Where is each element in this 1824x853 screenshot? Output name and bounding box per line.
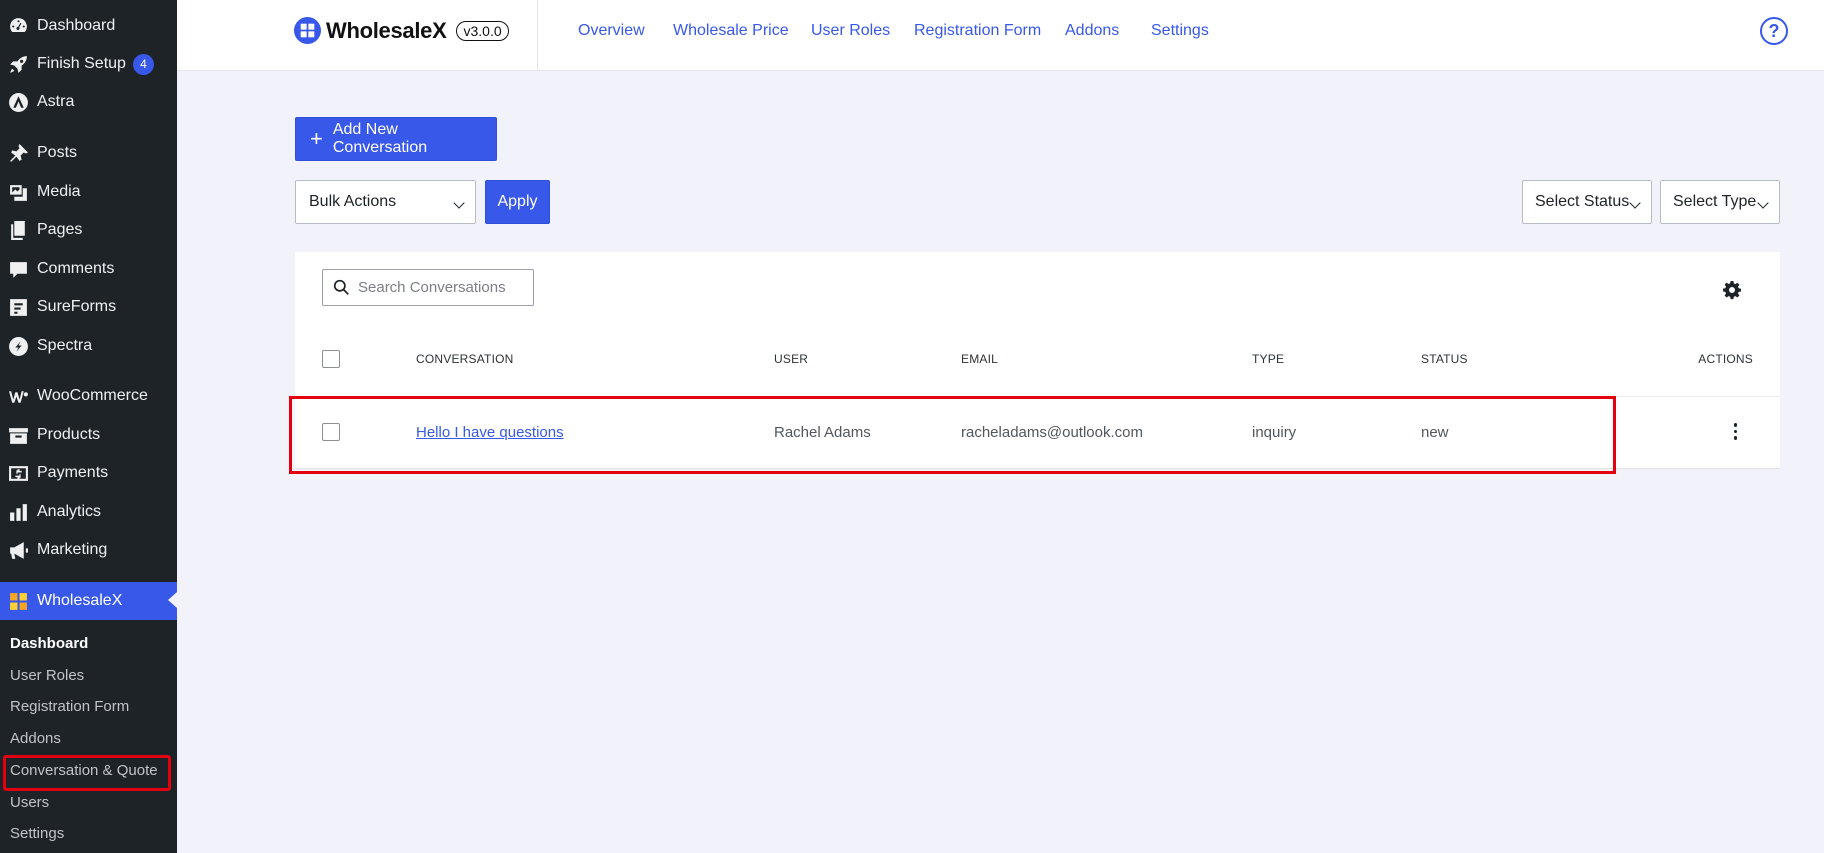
- column-header-email[interactable]: EMAIL: [961, 352, 998, 366]
- sidebar-item-analytics[interactable]: Analytics: [0, 494, 177, 530]
- archive-icon: [5, 424, 31, 446]
- apply-button[interactable]: Apply: [485, 180, 550, 224]
- sidebar-item-label: Payments: [37, 464, 109, 481]
- sidebar-item-label: Comments: [37, 260, 115, 277]
- dollar-icon: [5, 462, 31, 484]
- select-type-dropdown[interactable]: Select Type: [1660, 180, 1780, 224]
- rocket-icon: [5, 53, 31, 75]
- search-placeholder: Search Conversations: [358, 279, 506, 296]
- bulk-actions-select[interactable]: Bulk Actions: [295, 180, 476, 224]
- sidebar-item-label: Spectra: [37, 337, 93, 354]
- sidebar-item-label: Posts: [37, 144, 78, 161]
- column-header-actions: ACTIONS: [1698, 352, 1753, 366]
- plus-icon: +: [310, 126, 323, 151]
- sidebar-item-label: Media: [37, 183, 81, 200]
- wholesalex-icon: [5, 590, 31, 612]
- highlight-box: [289, 396, 1616, 474]
- spectra-icon: [5, 335, 31, 357]
- sidebar-item-label: WooCommerce: [37, 387, 148, 404]
- more-actions-icon[interactable]: [1733, 423, 1737, 440]
- submenu-settings[interactable]: Settings: [10, 825, 64, 842]
- highlight-box: [3, 755, 171, 791]
- astra-icon: [5, 91, 31, 113]
- sidebar-item-label: Pages: [37, 221, 83, 238]
- bar-chart-icon: [5, 501, 31, 523]
- search-input[interactable]: Search Conversations: [322, 269, 534, 306]
- sidebar-item-finish-setup[interactable]: Finish Setup 4: [0, 46, 177, 82]
- plugin-header: WholesaleX v3.0.0 Overview Wholesale Pri…: [177, 0, 1824, 71]
- sidebar-item-woocommerce[interactable]: WooCommerce: [0, 378, 177, 414]
- sidebar-item-posts[interactable]: Posts: [0, 135, 177, 171]
- sidebar-item-label: Marketing: [37, 541, 108, 558]
- dashboard-icon: [5, 15, 31, 37]
- header-divider: [537, 0, 538, 70]
- sidebar-item-label: Dashboard: [37, 17, 116, 34]
- pin-icon: [5, 142, 31, 164]
- nav-wholesale-price[interactable]: Wholesale Price: [673, 22, 789, 40]
- sidebar-item-wholesalex[interactable]: WholesaleX: [0, 582, 177, 620]
- brand-logo[interactable]: WholesaleX v3.0.0: [294, 17, 509, 44]
- sidebar-item-label: SureForms: [37, 298, 117, 315]
- column-header-user[interactable]: USER: [774, 352, 808, 366]
- submenu-registration-form[interactable]: Registration Form: [10, 698, 129, 715]
- sidebar-item-products[interactable]: Products: [0, 417, 177, 453]
- submenu-addons[interactable]: Addons: [10, 730, 61, 747]
- sidebar-item-sureforms[interactable]: SureForms: [0, 289, 177, 325]
- gear-icon[interactable]: [1722, 280, 1742, 305]
- wholesalex-logo-icon: [294, 17, 321, 44]
- pages-icon: [5, 219, 31, 241]
- sidebar-item-payments[interactable]: Payments: [0, 455, 177, 491]
- comment-icon: [5, 258, 31, 280]
- select-status-dropdown[interactable]: Select Status: [1522, 180, 1652, 224]
- submenu-users[interactable]: Users: [10, 794, 49, 811]
- sidebar-item-label: Products: [37, 426, 101, 443]
- help-icon[interactable]: ?: [1760, 17, 1788, 45]
- nav-overview[interactable]: Overview: [578, 22, 645, 40]
- sidebar-item-media[interactable]: Media: [0, 174, 177, 210]
- sidebar-item-spectra[interactable]: Spectra: [0, 328, 177, 364]
- search-icon: [333, 279, 349, 295]
- nav-addons[interactable]: Addons: [1065, 22, 1119, 40]
- select-all-checkbox[interactable]: [322, 350, 340, 368]
- nav-user-roles[interactable]: User Roles: [811, 22, 890, 40]
- version-badge: v3.0.0: [456, 20, 509, 41]
- add-new-conversation-button[interactable]: + Add New Conversation: [295, 117, 497, 161]
- sidebar-item-comments[interactable]: Comments: [0, 251, 177, 287]
- notification-badge: 4: [132, 53, 154, 75]
- sidebar-item-label: Astra: [37, 93, 75, 110]
- chevron-down-icon: [453, 197, 465, 209]
- submenu-user-roles[interactable]: User Roles: [10, 667, 84, 684]
- brand-name: WholesaleX: [326, 17, 447, 43]
- sureforms-icon: [5, 296, 31, 318]
- media-icon: [5, 181, 31, 203]
- submenu-dashboard[interactable]: Dashboard: [10, 635, 88, 652]
- column-header-type[interactable]: TYPE: [1252, 352, 1284, 366]
- sidebar-item-pages[interactable]: Pages: [0, 212, 177, 248]
- sidebar-item-astra[interactable]: Astra: [0, 84, 177, 120]
- woocommerce-icon: [5, 385, 31, 407]
- sidebar-item-dashboard[interactable]: Dashboard: [0, 8, 177, 44]
- sidebar-item-label: Analytics: [37, 503, 102, 520]
- nav-registration-form[interactable]: Registration Form: [914, 22, 1041, 40]
- chevron-down-icon: [1629, 197, 1641, 209]
- chevron-down-icon: [1757, 197, 1769, 209]
- sidebar-item-marketing[interactable]: Marketing: [0, 532, 177, 568]
- sidebar-item-label: Finish Setup: [37, 55, 126, 72]
- admin-sidebar: Dashboard Finish Setup 4 Astra Posts Med…: [0, 0, 177, 853]
- sidebar-item-label: WholesaleX: [37, 592, 123, 609]
- megaphone-icon: [5, 539, 31, 561]
- column-header-conversation[interactable]: CONVERSATION: [416, 352, 514, 366]
- nav-settings[interactable]: Settings: [1151, 22, 1209, 40]
- column-header-status[interactable]: STATUS: [1421, 352, 1468, 366]
